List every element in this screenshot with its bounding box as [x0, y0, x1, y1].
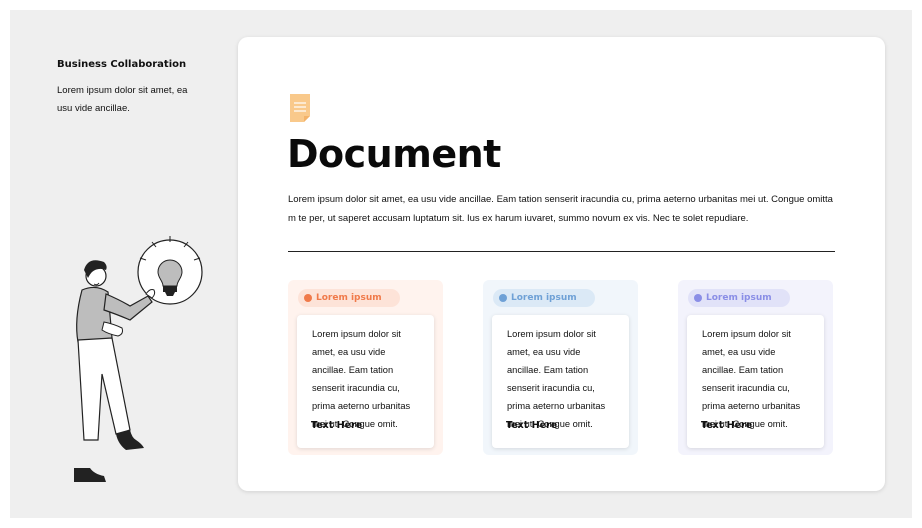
intro-paragraph: Lorem ipsum dolor sit amet, ea usu vide … [288, 194, 833, 224]
feature-card-3: Lorem ipsum Lorem ipsum dolor sit amet, … [678, 280, 833, 455]
feature-card-1: Lorem ipsum Lorem ipsum dolor sit amet, … [288, 280, 443, 455]
page-title: Document [287, 132, 501, 176]
feature-card-text: Lorem ipsum dolor sit amet, ea usu vide … [702, 329, 801, 429]
feature-card-label: Lorem ipsum [493, 289, 595, 307]
divider [288, 251, 835, 252]
feature-card-footer: Text Here [311, 420, 363, 431]
feature-card-footer: Text Here [701, 420, 753, 431]
feature-card-label-text: Lorem ipsum [511, 293, 577, 303]
sidebar-title: Business Collaboration [57, 59, 187, 70]
bullet-dot-icon [694, 294, 702, 302]
feature-card-text: Lorem ipsum dolor sit amet, ea usu vide … [312, 329, 411, 429]
feature-card-2: Lorem ipsum Lorem ipsum dolor sit amet, … [483, 280, 638, 455]
feature-card-label: Lorem ipsum [688, 289, 790, 307]
bullet-dot-icon [499, 294, 507, 302]
content-card: Document Lorem ipsum dolor sit amet, ea … [238, 37, 885, 491]
feature-card-label-text: Lorem ipsum [316, 293, 382, 303]
feature-card-text: Lorem ipsum dolor sit amet, ea usu vide … [507, 329, 606, 429]
document-icon [290, 94, 310, 122]
feature-card-body: Lorem ipsum dolor sit amet, ea usu vide … [492, 315, 629, 448]
bullet-dot-icon [304, 294, 312, 302]
feature-card-body: Lorem ipsum dolor sit amet, ea usu vide … [687, 315, 824, 448]
person-holding-lightbulb-illustration [74, 236, 203, 482]
feature-card-body: Lorem ipsum dolor sit amet, ea usu vide … [297, 315, 434, 448]
sidebar-text: Lorem ipsum dolor sit amet, ea usu vide … [57, 85, 188, 114]
feature-card-footer: Text Here [506, 420, 558, 431]
feature-card-label-text: Lorem ipsum [706, 293, 772, 303]
feature-card-label: Lorem ipsum [298, 289, 400, 307]
